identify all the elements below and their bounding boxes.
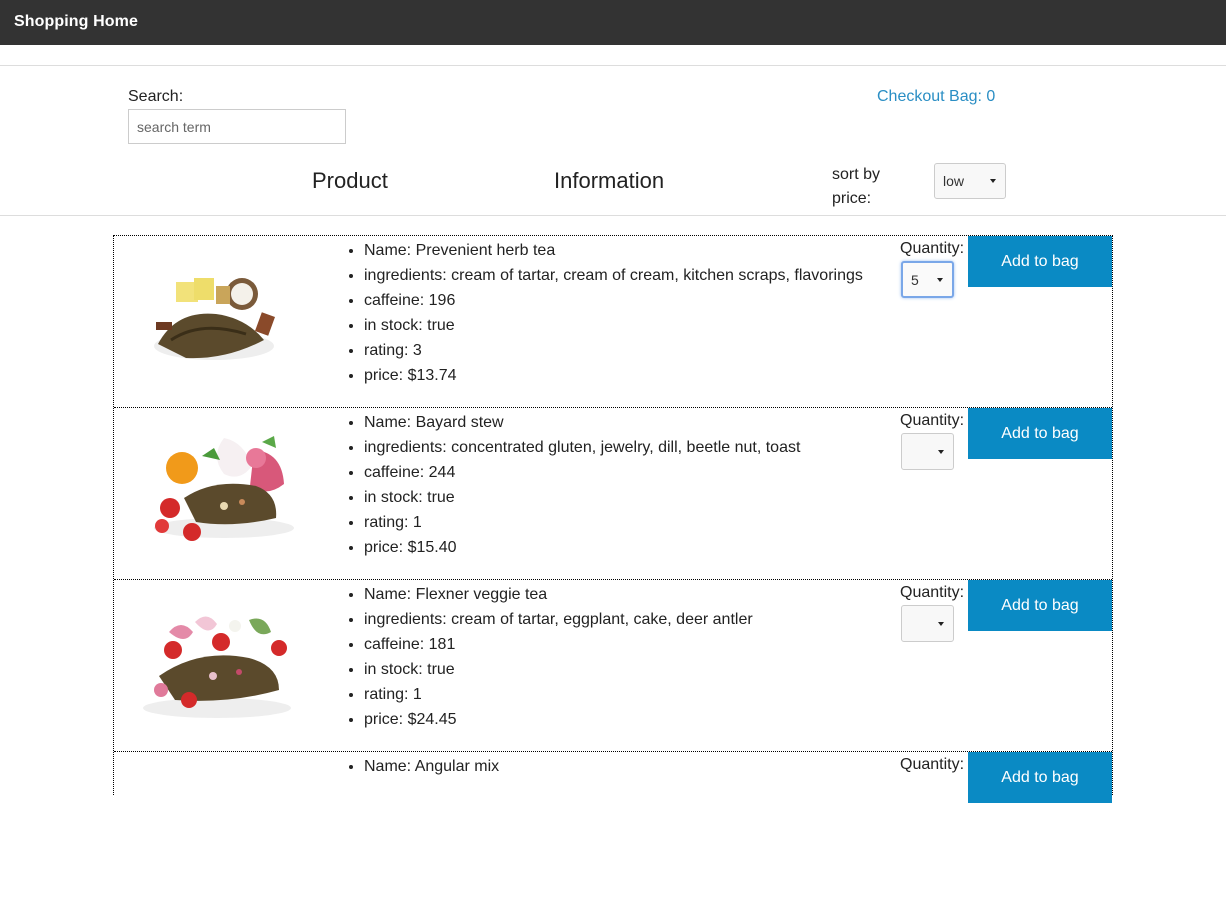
- caret-down-icon: [938, 621, 944, 626]
- sort-label: sort by price:: [832, 166, 881, 207]
- product-info-list: Name: Bayard stew ingredients: concentra…: [344, 410, 800, 560]
- product-name: Name: Bayard stew: [364, 410, 800, 435]
- product-price: price: $13.74: [364, 363, 863, 388]
- caret-down-icon: [990, 179, 996, 183]
- product-in-stock: in stock: true: [364, 485, 800, 510]
- quantity-label: Quantity:: [900, 756, 965, 773]
- top-navbar: Shopping Home: [0, 0, 1226, 45]
- search-label: Search:: [128, 88, 184, 105]
- product-price: price: $24.45: [364, 707, 753, 732]
- sort-price-select[interactable]: low: [934, 163, 1006, 199]
- add-to-bag-button[interactable]: Add to bag: [968, 408, 1112, 459]
- product-row: Name: Angular mix Quantity: Add to bag: [114, 752, 1112, 924]
- product-row: Name: Bayard stew ingredients: concentra…: [114, 408, 1112, 580]
- product-ingredients: ingredients: cream of tartar, eggplant, …: [364, 607, 753, 632]
- quantity-value: 5: [911, 271, 919, 288]
- product-image: [143, 616, 291, 718]
- column-header-information: Information: [554, 168, 665, 193]
- product-row: Name: Flexner veggie tea ingredients: cr…: [114, 580, 1112, 752]
- sort-selected-value: low: [943, 173, 965, 189]
- search-input[interactable]: [128, 109, 346, 144]
- divider: [0, 215, 1226, 216]
- product-caffeine: caffeine: 196: [364, 288, 863, 313]
- caret-down-icon: [938, 449, 944, 454]
- quantity-label: Quantity:: [900, 412, 965, 429]
- product-ingredients: ingredients: cream of tartar, cream of c…: [364, 263, 863, 288]
- product-name: Name: Prevenient herb tea: [364, 238, 863, 263]
- product-rating: rating: 1: [364, 510, 800, 535]
- product-info-list: Name: Flexner veggie tea ingredients: cr…: [344, 582, 753, 732]
- add-to-bag-button[interactable]: Add to bag: [968, 236, 1112, 287]
- caret-down-icon: [937, 277, 943, 282]
- checkout-bag-link[interactable]: Checkout Bag: 0: [877, 88, 995, 106]
- product-image: [154, 278, 275, 360]
- product-info-list: Name: Angular mix: [344, 754, 499, 779]
- quantity-select[interactable]: [901, 605, 954, 642]
- brand-home-link[interactable]: Shopping Home: [14, 13, 138, 31]
- product-image: [154, 436, 294, 541]
- product-name: Name: Angular mix: [364, 754, 499, 779]
- product-ingredients: ingredients: concentrated gluten, jewelr…: [364, 435, 800, 460]
- column-header-product: Product: [312, 168, 388, 193]
- quantity-label: Quantity:: [900, 584, 965, 601]
- product-caffeine: caffeine: 181: [364, 632, 753, 657]
- add-to-bag-button[interactable]: Add to bag: [968, 580, 1112, 631]
- add-to-bag-button[interactable]: Add to bag: [968, 752, 1112, 803]
- product-caffeine: caffeine: 244: [364, 460, 800, 485]
- product-info-list: Name: Prevenient herb tea ingredients: c…: [344, 238, 863, 388]
- product-in-stock: in stock: true: [364, 313, 863, 338]
- product-in-stock: in stock: true: [364, 657, 753, 682]
- product-rating: rating: 1: [364, 682, 753, 707]
- product-price: price: $15.40: [364, 535, 800, 560]
- product-row: Name: Prevenient herb tea ingredients: c…: [114, 236, 1112, 408]
- product-name: Name: Flexner veggie tea: [364, 582, 753, 607]
- quantity-label: Quantity:: [900, 240, 965, 257]
- quantity-select[interactable]: [901, 433, 954, 470]
- divider: [0, 65, 1226, 66]
- quantity-select[interactable]: 5: [901, 261, 954, 298]
- product-list: Name: Prevenient herb tea ingredients: c…: [113, 235, 1113, 803]
- product-rating: rating: 3: [364, 338, 863, 363]
